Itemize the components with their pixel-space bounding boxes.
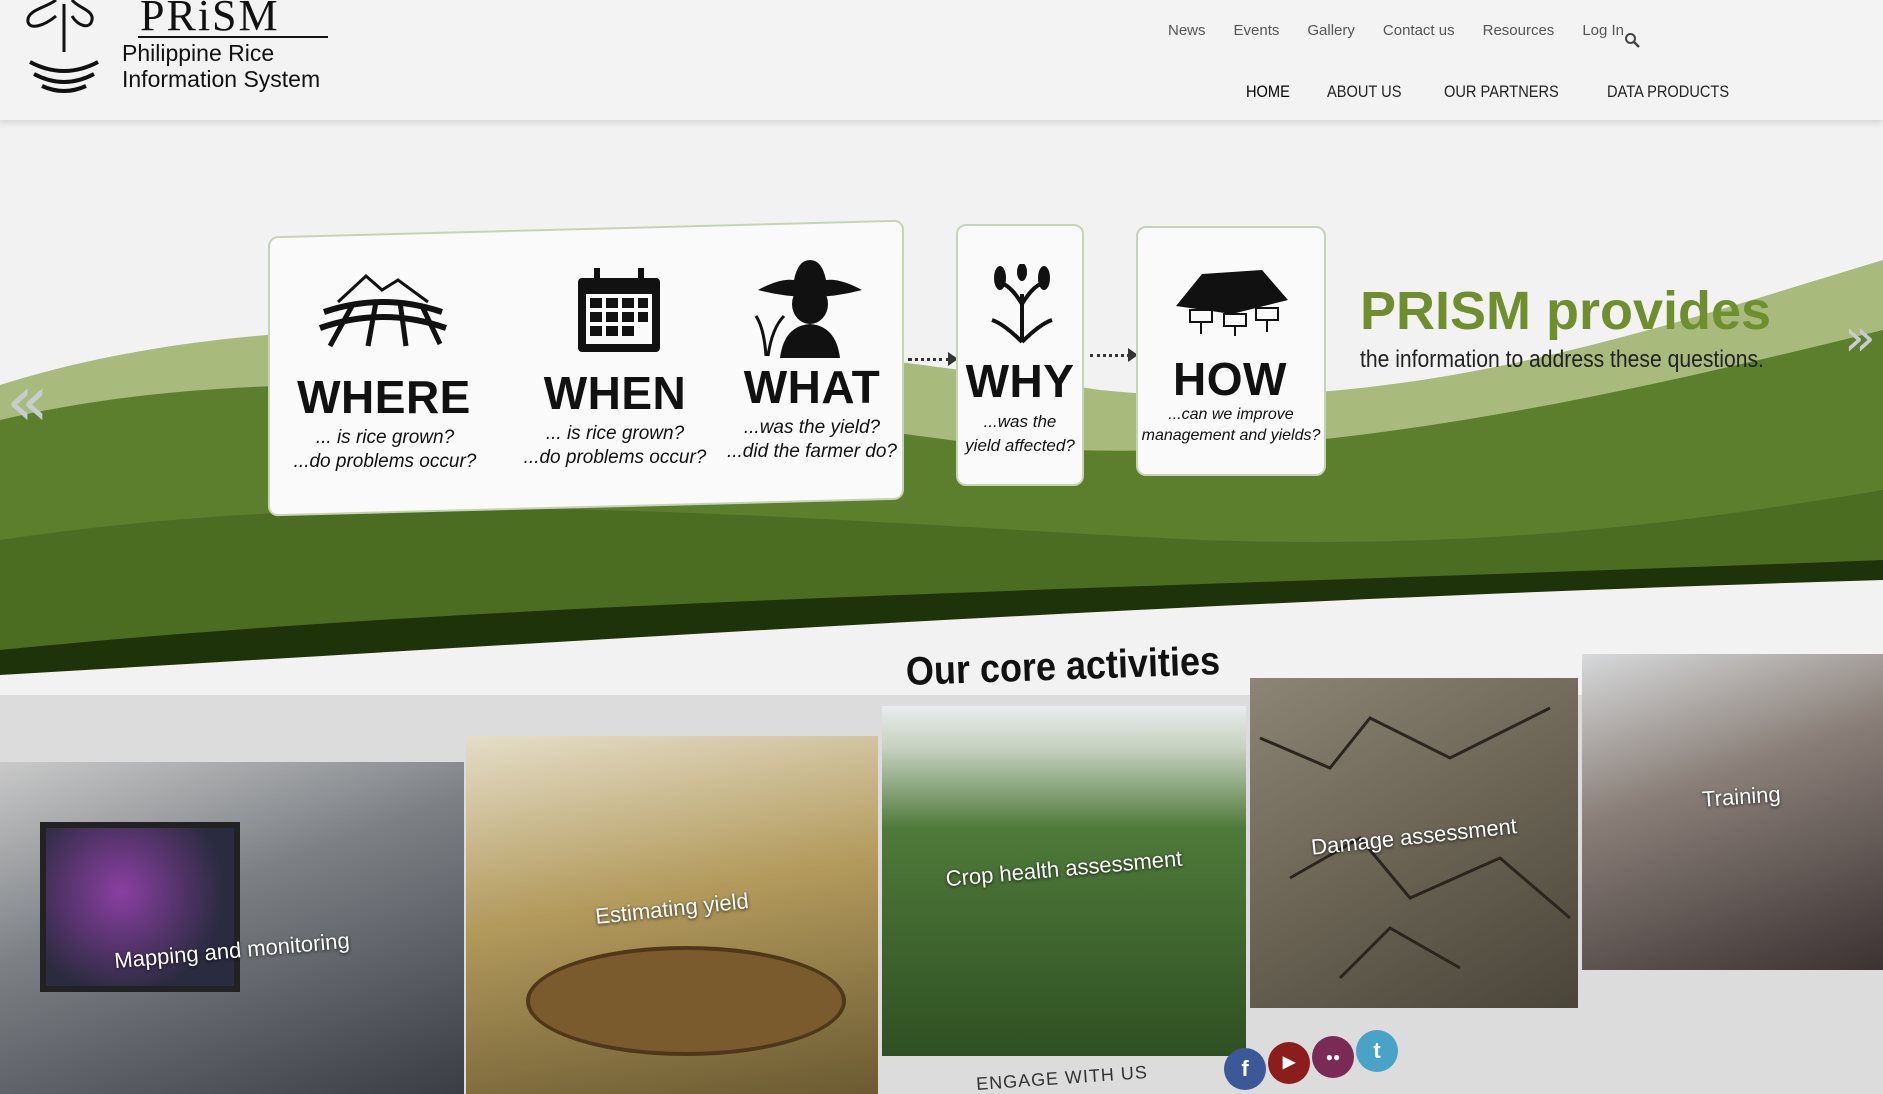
question-what-line1: ...was the yield?	[743, 417, 881, 438]
youtube-icon[interactable]: ▶	[1268, 1042, 1310, 1084]
nav-log-in[interactable]: Log In	[1582, 22, 1624, 39]
question-when: WHEN	[543, 367, 687, 419]
slider-next-icon[interactable]: »	[1844, 308, 1876, 368]
nav-resources[interactable]: Resources	[1483, 22, 1555, 39]
nav-about-us[interactable]: ABOUT US	[1327, 82, 1401, 102]
winnowing-basket	[526, 946, 846, 1056]
arrow-why-to-how	[1090, 354, 1130, 357]
arrow-what-to-why	[908, 358, 950, 361]
flickr-icon[interactable]: ●●	[1312, 1036, 1354, 1078]
tile-damage-assessment[interactable]: Damage assessment	[1250, 678, 1578, 1008]
hero-subheadline: the information to address these questio…	[1360, 346, 1764, 373]
question-when-line2: ...do problems occur?	[523, 447, 707, 468]
site-header: PRiSM Philippine Rice Information System…	[0, 0, 1883, 120]
tile-crop-health[interactable]: Crop health assessment	[882, 706, 1246, 1056]
question-how-line1: ...can we improve	[1168, 406, 1294, 423]
logo-subtitle: Philippine Rice Information System	[122, 40, 320, 92]
slider-prev-icon[interactable]: «	[6, 360, 49, 442]
question-how: HOW	[1173, 353, 1287, 405]
logo-subtitle-line1: Philippine Rice	[122, 40, 275, 66]
question-when-line1: ... is rice grown?	[545, 423, 685, 444]
facebook-icon[interactable]: f	[1224, 1048, 1266, 1090]
question-how-detail: ...can we improve management and yields?	[1138, 404, 1324, 446]
main-nav: HOME ABOUT US OUR PARTNERS DATA PRODUCTS	[1246, 82, 1779, 102]
hero-headline: PRISM provides	[1360, 281, 1772, 341]
utility-nav: News Events Gallery Contact us Resources…	[1168, 22, 1652, 39]
field-plots-icon	[1176, 270, 1288, 336]
nav-news[interactable]: News	[1168, 22, 1206, 39]
tile-training[interactable]: Training	[1582, 654, 1883, 970]
farmer-icon	[754, 260, 862, 358]
tile-mapping-monitoring[interactable]: Mapping and monitoring	[0, 762, 464, 1094]
question-why: WHY	[965, 355, 1075, 407]
question-when-detail: ... is rice grown? ...do problems occur?	[504, 422, 726, 470]
field-grid-icon	[319, 273, 447, 348]
logo-divider	[138, 36, 328, 38]
nav-contact-us[interactable]: Contact us	[1383, 22, 1455, 39]
logo-wordmark: PRiSM	[140, 0, 280, 40]
logo-mark-icon	[26, 0, 99, 93]
calendar-icon	[578, 268, 660, 352]
search-icon[interactable]	[1624, 32, 1640, 48]
question-what: WHAT	[743, 361, 881, 413]
tile-label-crop-health: Crop health assessment	[944, 845, 1184, 892]
question-why-line2: yield affected?	[965, 436, 1075, 455]
site-logo[interactable]: PRiSM Philippine Rice Information System	[16, 0, 336, 100]
question-what-detail: ...was the yield? ...did the farmer do?	[716, 416, 908, 464]
nav-data-products[interactable]: DATA PRODUCTS	[1607, 82, 1729, 102]
nav-gallery[interactable]: Gallery	[1307, 22, 1355, 39]
logo-subtitle-line2: Information System	[122, 66, 321, 92]
question-where: WHERE	[297, 371, 471, 423]
tile-label-yield: Estimating yield	[594, 888, 750, 929]
question-what-line2: ...did the farmer do?	[726, 441, 898, 462]
question-where-line2: ...do problems occur?	[293, 451, 477, 472]
hero-slider: WHERE ... is rice grown? ...do problems …	[0, 120, 1883, 695]
rice-plant-icon	[991, 264, 1053, 344]
question-where-line1: ... is rice grown?	[315, 427, 455, 448]
question-why-line1: ...was the	[983, 412, 1057, 431]
nav-home[interactable]: HOME	[1246, 82, 1290, 102]
question-where-detail: ... is rice grown? ...do problems occur?	[274, 426, 496, 474]
nav-our-partners[interactable]: OUR PARTNERS	[1444, 82, 1559, 102]
tile-label-training: Training	[1701, 781, 1782, 812]
question-why-detail: ...was the yield affected?	[958, 410, 1082, 458]
engage-label: ENGAGE WITH US	[975, 1062, 1149, 1094]
question-how-line2: management and yields?	[1141, 427, 1321, 444]
tile-estimating-yield[interactable]: Estimating yield	[466, 736, 878, 1094]
nav-events[interactable]: Events	[1234, 22, 1280, 39]
twitter-icon[interactable]: t	[1356, 1030, 1398, 1072]
